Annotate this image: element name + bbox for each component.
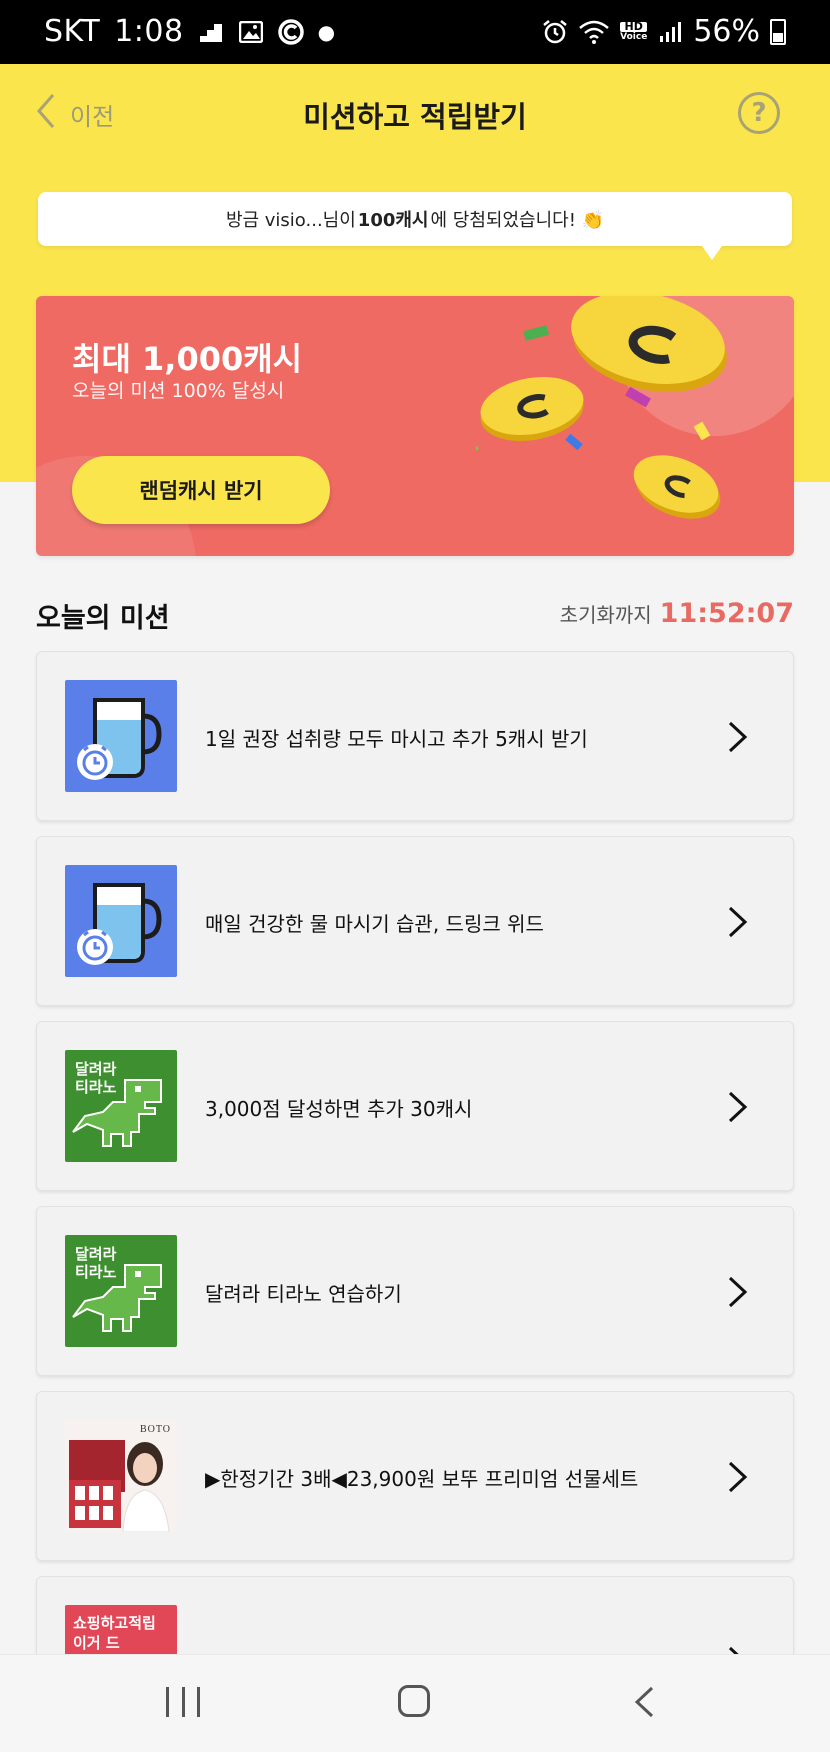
signal-strength-icon (657, 21, 683, 43)
mission-label: 매일 건강한 물 마시기 습관, 드링크 위드 (205, 911, 544, 936)
reset-timer-label: 초기화까지 (559, 603, 652, 627)
notice-highlight: 100캐시 (357, 210, 429, 231)
thumb-caption: 달려라 티라노 (75, 1245, 117, 1281)
reset-timer-value: 11:52:07 (659, 598, 794, 629)
mission-card[interactable]: 달려라 티라노 달려라 티라노 연습하기 (36, 1206, 794, 1376)
help-question-icon[interactable]: ? (738, 92, 780, 134)
mission-card[interactable]: 달려라 티라노 3,000점 달성하면 추가 30캐시 (36, 1021, 794, 1191)
mission-label: 달려라 티라노 연습하기 (205, 1281, 402, 1306)
thumb-caption: 쇼핑하고적립 이거 드 (73, 1614, 156, 1652)
home-icon[interactable] (398, 1685, 430, 1717)
chevron-right-icon (728, 1461, 748, 1493)
notice-suffix: 에 당첨되었습니다! 👏 (430, 210, 605, 231)
thumb-caption: 달려라 티라노 (75, 1060, 117, 1096)
status-bar: SKT 1:08 ● HD Voice 56% (0, 0, 830, 64)
clock: 1:08 (114, 14, 184, 49)
gold-coins-icon (476, 296, 727, 519)
random-cash-button[interactable]: 랜덤캐시 받기 (72, 456, 330, 524)
mission-card[interactable]: 1일 권장 섭취량 모두 마시고 추가 5캐시 받기 (36, 651, 794, 821)
winner-notice: 방금 visio...님이 100캐시 에 당첨되었습니다! 👏 (38, 192, 792, 260)
more-notifications-dot-icon: ● (317, 19, 336, 44)
alarm-icon (542, 19, 568, 43)
chevron-right-icon (728, 906, 748, 938)
gift-set-product-image: BOTO (65, 1420, 177, 1532)
hd-voice-icon: HD Voice (620, 19, 648, 42)
mission-card[interactable]: BOTO ▶한정기간 3배◀23,900원 보뚜 프리미엄 선물세트 (36, 1391, 794, 1561)
banner-subtitle: 오늘의 미션 100% 달성시 (72, 380, 285, 402)
wifi-icon (578, 20, 610, 44)
recent-apps-icon[interactable] (166, 1687, 200, 1717)
stairs-notification-icon (198, 21, 224, 43)
gallery-notification-icon (238, 20, 264, 43)
battery-icon (770, 18, 786, 45)
promo-banner: 최대 1,000캐시 오늘의 미션 100% 달성시 랜덤캐시 받기 (36, 296, 794, 556)
mission-label: ▶한정기간 3배◀23,900원 보뚜 프리미엄 선물세트 (205, 1466, 639, 1491)
chevron-right-icon (728, 1091, 748, 1123)
mission-label: 1일 권장 섭취량 모두 마시고 추가 5캐시 받기 (205, 726, 588, 751)
cash-app-notification-icon (277, 18, 304, 45)
water-cup-alarm-icon (65, 680, 177, 792)
missions-section-title: 오늘의 미션 (36, 603, 170, 634)
brand-logo: BOTO (139, 1424, 171, 1435)
dinosaur-game-icon: 달려라 티라노 (65, 1235, 177, 1347)
battery-percentage: 56% (693, 14, 760, 49)
banner-title: 최대 1,000캐시 (72, 340, 303, 378)
mission-card[interactable]: 매일 건강한 물 마시기 습관, 드링크 위드 (36, 836, 794, 1006)
water-cup-alarm-icon (65, 865, 177, 977)
carrier-label: SKT (44, 14, 101, 49)
chevron-right-icon (728, 721, 748, 753)
notice-prefix: 방금 visio...님이 (225, 210, 356, 231)
chevron-right-icon (728, 1276, 748, 1308)
back-icon[interactable] (632, 1685, 656, 1719)
page-title: 미션하고 적립받기 (303, 100, 527, 134)
mission-label: 3,000점 달성하면 추가 30캐시 (205, 1096, 473, 1121)
navigation-bar (0, 1654, 830, 1752)
dinosaur-game-icon: 달려라 티라노 (65, 1050, 177, 1162)
reset-timer: 초기화까지 11:52:07 (560, 598, 794, 629)
